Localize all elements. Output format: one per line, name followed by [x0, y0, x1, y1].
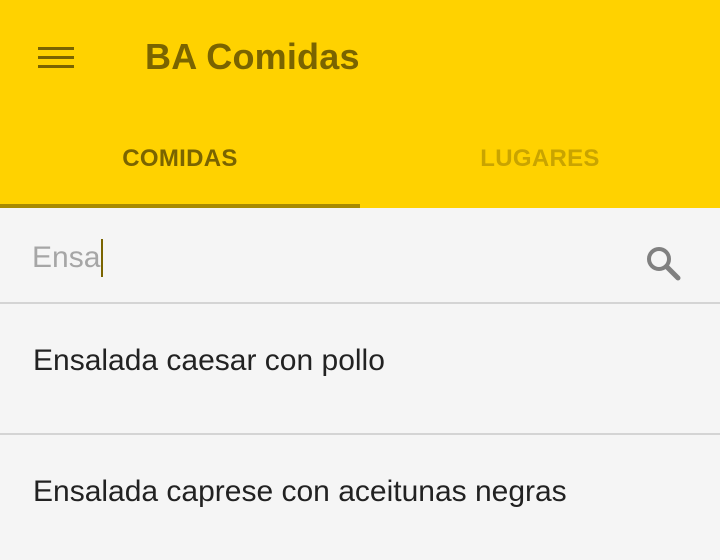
app-bar: BA Comidas COMIDAS LUGARES: [0, 0, 720, 208]
list-item-label: Ensalada caesar con pollo: [33, 344, 385, 377]
search-input[interactable]: Ensa: [32, 236, 592, 280]
tab-comidas[interactable]: COMIDAS: [0, 118, 360, 208]
search-bar: Ensa: [0, 208, 720, 304]
list-item[interactable]: Ensalada caesar con pollo: [0, 304, 720, 435]
hamburger-menu-icon: [38, 47, 74, 68]
search-input-value: Ensa: [32, 241, 101, 274]
app-title: BA Comidas: [145, 36, 360, 77]
tab-bar: COMIDAS LUGARES: [0, 118, 720, 208]
search-button[interactable]: [638, 238, 688, 288]
results-list: Ensalada caesar con pollo Ensalada capre…: [0, 304, 720, 560]
tab-lugares[interactable]: LUGARES: [360, 118, 720, 208]
menu-button[interactable]: [26, 30, 86, 86]
list-item[interactable]: Ensalada caprese con aceitunas negras: [0, 435, 720, 560]
search-icon: [647, 247, 681, 281]
tab-comidas-label: COMIDAS: [122, 145, 238, 172]
text-cursor: [101, 239, 104, 277]
tab-lugares-label: LUGARES: [480, 145, 600, 172]
list-item-label: Ensalada caprese con aceitunas negras: [33, 475, 567, 508]
app-screen: BA Comidas COMIDAS LUGARES Ensa Ensalada…: [0, 0, 720, 560]
